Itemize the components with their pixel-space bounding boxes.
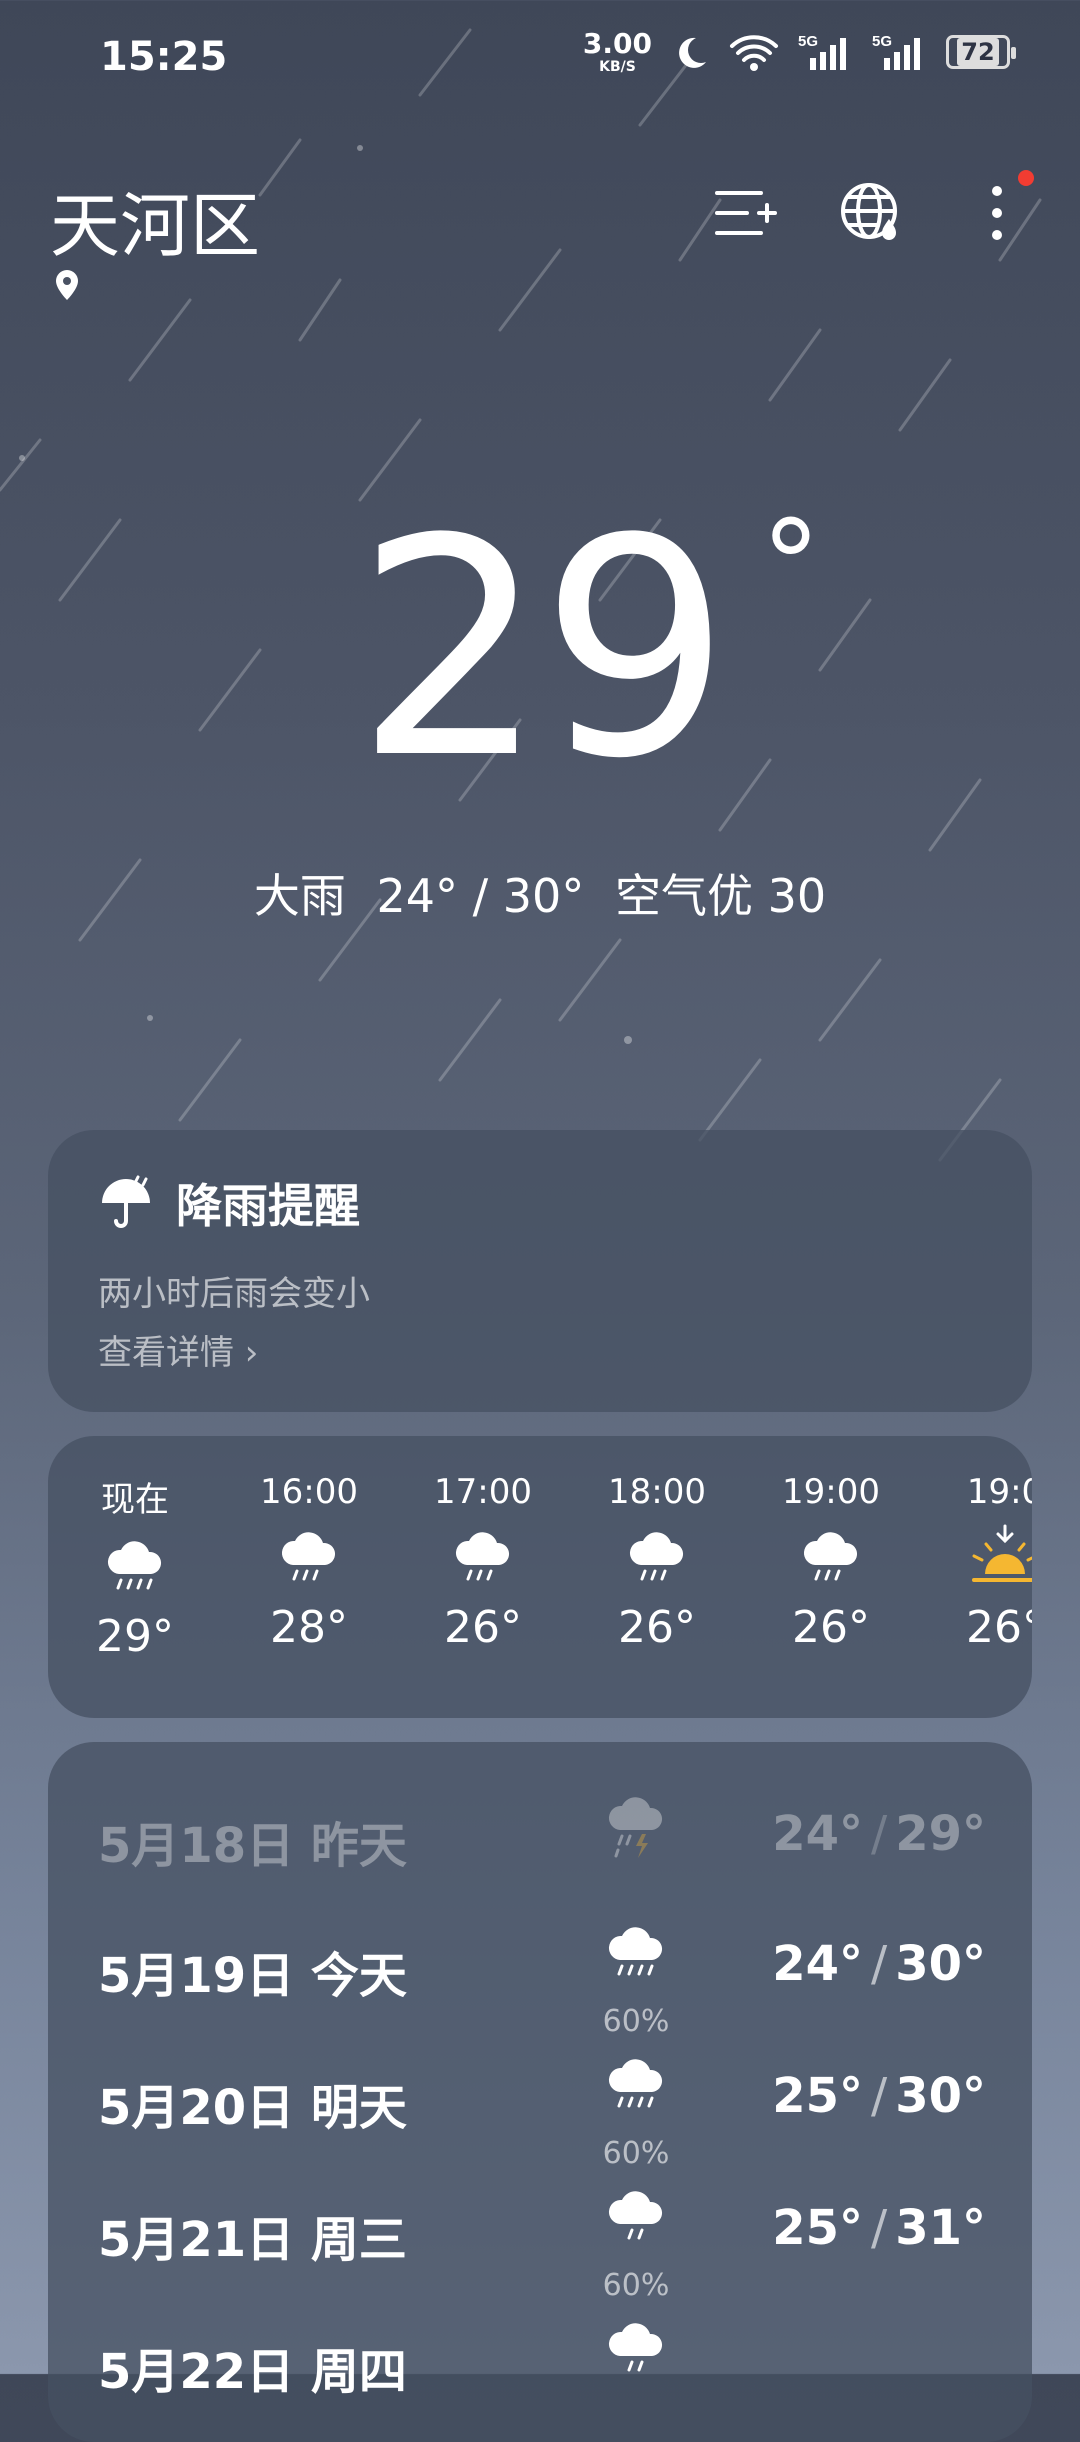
degree-symbol: ° — [760, 496, 821, 635]
rain-alert-description: 两小时后雨会变小 — [98, 1274, 370, 1314]
hour-item: 19:0 26° — [918, 1472, 1032, 1662]
hourly-list[interactable]: 现在 29° 16:00 28° 17:00 26° 18:00 26° 19:… — [48, 1472, 1032, 1662]
daily-precip: 60% — [602, 2136, 670, 2171]
current-condition: 大雨 — [253, 869, 346, 923]
daily-row[interactable]: 5月20日 明天 60% 25°/30° — [98, 2054, 986, 2171]
svg-text:5G: 5G — [798, 33, 818, 50]
daily-row[interactable]: 5月22日 周四 — [98, 2318, 986, 2408]
battery-icon: 72 — [946, 35, 1016, 69]
daily-precip: 60% — [602, 2268, 670, 2303]
rain-cloud-icon — [455, 1532, 510, 1581]
daily-temp-range: 25°/31° — [772, 2200, 986, 2256]
globe-icon — [841, 183, 897, 240]
hour-item: 现在 29° — [96, 1480, 174, 1662]
thunder-rain-icon — [608, 1797, 663, 1858]
daily-forecast[interactable]: 5月18日 昨天 24°/29° 5月19日 今天 60% 24°/30° 5月… — [48, 1742, 1032, 2442]
svg-text:5G: 5G — [872, 33, 892, 50]
hour-item: 17:00 26° — [434, 1472, 532, 1653]
rain-cloud-icon — [281, 1532, 336, 1581]
daily-date: 5月22日 周四 — [98, 2344, 407, 2400]
daily-date: 5月21日 周三 — [98, 2212, 407, 2268]
city-name[interactable]: 天河区 — [50, 170, 260, 271]
hourly-forecast[interactable]: 现在 29° 16:00 28° 17:00 26° 18:00 26° 19:… — [48, 1436, 1032, 1718]
daily-date: 5月19日 今天 — [98, 1948, 407, 2004]
header-actions — [702, 170, 1040, 256]
rain-alert-title: 降雨提醒 — [98, 1170, 982, 1236]
rain-cloud-icon — [608, 2059, 663, 2108]
daily-row[interactable]: 5月18日 昨天 24°/29° — [98, 1792, 986, 1882]
light-rain-icon — [608, 2191, 663, 2240]
daily-precip: 60% — [602, 2004, 670, 2039]
status-time: 15:25 — [100, 34, 228, 80]
daily-temp-range: 25°/30° — [772, 2068, 986, 2124]
network-speed: 3.00 KB/S — [582, 27, 652, 75]
daily-row[interactable]: 5月19日 今天 60% 24°/30° — [98, 1922, 986, 2039]
notification-dot — [1018, 170, 1034, 186]
hour-item: 19:00 26° — [782, 1472, 880, 1653]
light-rain-icon — [608, 2323, 663, 2372]
rain-alert-details-link[interactable]: 查看详情 › — [98, 1325, 982, 1374]
list-add-icon — [715, 191, 777, 235]
rain-cloud-icon — [107, 1541, 162, 1590]
signal-5g-icon: 5G — [872, 33, 920, 70]
weather-summary[interactable]: 大雨 24° / 30° 空气优 30 — [0, 860, 1080, 926]
temp-range: 24° / 30° — [376, 869, 585, 923]
daily-temp-range: 24°/29° — [772, 1806, 986, 1862]
signal-5g-icon: 5G — [798, 33, 846, 70]
rain-cloud-icon — [608, 1927, 663, 1976]
more-vertical-icon — [992, 186, 1002, 240]
manage-cities-button[interactable] — [702, 170, 788, 256]
umbrella-icon — [102, 1175, 150, 1228]
location-pin-icon — [56, 270, 78, 300]
rain-cloud-icon — [629, 1532, 684, 1581]
daily-temp-range: 24°/30° — [772, 1936, 986, 1992]
current-weather: 29 ° 大雨 24° / 30° 空气优 30 — [0, 500, 1080, 926]
air-quality: 空气优 30 — [614, 869, 827, 923]
global-weather-button[interactable] — [828, 170, 914, 256]
rain-alert-card[interactable]: 降雨提醒 两小时后雨会变小 查看详情 › — [48, 1130, 1032, 1412]
status-bar: 15:25 3.00 KB/S 5G 5G 72 — [0, 0, 1080, 120]
hour-item: 18:00 26° — [608, 1472, 706, 1653]
daily-date: 5月18日 昨天 — [98, 1818, 407, 1874]
daily-row[interactable]: 5月21日 周三 60% 25°/31° — [98, 2186, 986, 2303]
sunset-icon — [972, 1524, 1032, 1582]
hour-item: 16:00 28° — [260, 1472, 358, 1653]
current-temperature: 29 ° — [355, 475, 821, 824]
moon-icon — [679, 37, 706, 68]
more-options-button[interactable] — [954, 170, 1040, 256]
status-icons: 3.00 KB/S 5G 5G 72 — [582, 27, 1016, 75]
rain-cloud-icon — [803, 1532, 858, 1581]
daily-date: 5月20日 明天 — [98, 2080, 407, 2136]
header: 天河区 — [50, 170, 1040, 310]
wifi-icon — [730, 35, 778, 71]
